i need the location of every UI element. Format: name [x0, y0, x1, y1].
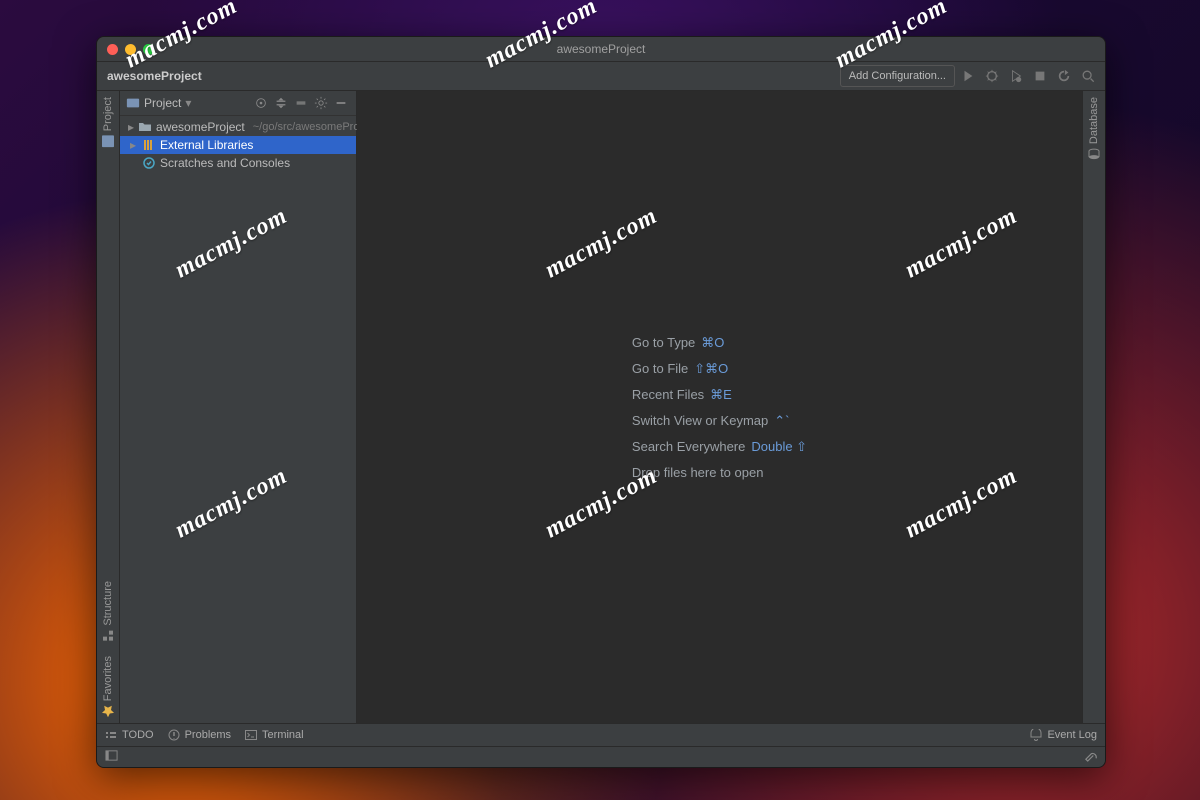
- collapse-all-icon[interactable]: [292, 94, 310, 112]
- todo-icon: [105, 729, 117, 741]
- problems-label: Problems: [185, 729, 231, 741]
- chevron-right-icon: ▸: [128, 120, 134, 134]
- hint-text: Switch View or Keymap: [632, 413, 768, 428]
- ide-window: awesomeProject awesomeProject Add Config…: [96, 36, 1106, 768]
- chevron-right-icon: ▸: [128, 138, 138, 152]
- terminal-tool-tab[interactable]: Terminal: [245, 729, 304, 741]
- terminal-icon: [245, 729, 257, 741]
- breadcrumb[interactable]: awesomeProject: [103, 69, 202, 83]
- project-tool-tab[interactable]: Project: [102, 97, 114, 147]
- tree-row[interactable]: ▸ External Libraries: [120, 136, 356, 154]
- folder-icon: [138, 120, 152, 134]
- database-rail-icon: [1088, 148, 1100, 160]
- event-log-tool-tab[interactable]: Event Log: [1030, 729, 1097, 741]
- maximize-button[interactable]: [143, 44, 154, 55]
- panel-settings-icon[interactable]: [312, 94, 330, 112]
- project-panel-header: Project ▾: [120, 91, 356, 116]
- add-configuration-button[interactable]: Add Configuration...: [840, 65, 955, 87]
- event-log-label: Event Log: [1047, 729, 1097, 741]
- editor-hint: Search Everywhere Double ⇧: [632, 439, 807, 455]
- chevron-down-icon: ▾: [185, 96, 191, 110]
- project-panel-title-group[interactable]: Project ▾: [126, 96, 191, 110]
- hint-shortcut: ⌃`: [774, 413, 789, 428]
- todo-label: TODO: [122, 729, 154, 741]
- editor-hint: Switch View or Keymap ⌃`: [632, 413, 807, 429]
- project-tool-label: Project: [102, 97, 114, 131]
- problems-tool-tab[interactable]: Problems: [168, 729, 231, 741]
- hint-shortcut: Double ⇧: [751, 439, 807, 454]
- project-panel: Project ▾ ▸awesomeProject~/go/src/awesom…: [120, 91, 357, 723]
- hint-shortcut: ⌘O: [701, 335, 724, 350]
- nav-toolbar: awesomeProject Add Configuration...: [97, 62, 1105, 91]
- structure-rail-icon: [102, 630, 114, 642]
- hint-text: Go to Type: [632, 335, 695, 350]
- project-rail-icon: [102, 135, 114, 147]
- search-icon[interactable]: [1077, 65, 1099, 87]
- editor-hints: Go to Type ⌘O Go to File ⇧⌘O Recent Files ⌘E S…: [632, 335, 807, 480]
- database-tool-tab[interactable]: Database: [1088, 97, 1100, 160]
- hint-text: Recent Files: [632, 387, 704, 402]
- problems-icon: [168, 729, 180, 741]
- editor-hint: Recent Files ⌘E: [632, 387, 807, 403]
- run-with-coverage-icon[interactable]: [1005, 65, 1027, 87]
- favorites-rail-icon: [102, 705, 114, 717]
- right-tool-rail: Database: [1082, 91, 1105, 723]
- debug-icon[interactable]: [981, 65, 1003, 87]
- editor-hint: Go to File ⇧⌘O: [632, 361, 807, 377]
- tree-item-label: Scratches and Consoles: [160, 156, 290, 170]
- event-log-icon: [1030, 729, 1042, 741]
- window-controls: [107, 44, 154, 55]
- tree-row[interactable]: Scratches and Consoles: [120, 154, 356, 172]
- project-panel-title: Project: [144, 96, 181, 110]
- tool-windows-toggle-icon[interactable]: [105, 749, 118, 765]
- ide-settings-icon[interactable]: [1084, 749, 1097, 765]
- close-button[interactable]: [107, 44, 118, 55]
- editor-hint: Go to Type ⌘O: [632, 335, 807, 351]
- hint-text: Drop files here to open: [632, 465, 764, 480]
- bottom-tool-bar: TODO Problems Terminal Event Log: [97, 723, 1105, 746]
- stop-icon[interactable]: [1029, 65, 1051, 87]
- project-tree[interactable]: ▸awesomeProject~/go/src/awesomeProject▸E…: [120, 116, 356, 723]
- project-view-icon: [126, 96, 140, 110]
- tree-row[interactable]: ▸awesomeProject~/go/src/awesomeProject: [120, 118, 356, 136]
- libraries-icon: [142, 138, 156, 152]
- terminal-label: Terminal: [262, 729, 304, 741]
- scratch-icon: [142, 156, 156, 170]
- editor-hint: Drop files here to open: [632, 465, 807, 480]
- hide-panel-icon[interactable]: [332, 94, 350, 112]
- update-project-icon[interactable]: [1053, 65, 1075, 87]
- expand-all-icon[interactable]: [272, 94, 290, 112]
- structure-tool-tab[interactable]: Structure: [102, 581, 114, 642]
- minimize-button[interactable]: [125, 44, 136, 55]
- status-bar: [97, 746, 1105, 767]
- tree-item-label: awesomeProject: [156, 120, 245, 134]
- todo-tool-tab[interactable]: TODO: [105, 729, 154, 741]
- desktop-background: awesomeProject awesomeProject Add Config…: [0, 0, 1200, 800]
- favorites-tool-label: Favorites: [102, 656, 114, 701]
- run-icon[interactable]: [957, 65, 979, 87]
- hint-text: Search Everywhere: [632, 439, 745, 454]
- left-tool-rail: Project Structure Favorites: [97, 91, 120, 723]
- database-tool-label: Database: [1088, 97, 1100, 144]
- hint-shortcut: ⇧⌘O: [694, 361, 728, 376]
- ide-body: Project Structure Favorites: [97, 91, 1105, 723]
- locate-file-icon[interactable]: [252, 94, 270, 112]
- structure-tool-label: Structure: [102, 581, 114, 626]
- titlebar: awesomeProject: [97, 37, 1105, 62]
- window-title: awesomeProject: [97, 42, 1105, 56]
- hint-shortcut: ⌘E: [710, 387, 732, 402]
- tree-item-label: External Libraries: [160, 138, 253, 152]
- favorites-tool-tab[interactable]: Favorites: [102, 656, 114, 717]
- editor-area[interactable]: Go to Type ⌘O Go to File ⇧⌘O Recent Files ⌘E S…: [357, 91, 1082, 723]
- hint-text: Go to File: [632, 361, 688, 376]
